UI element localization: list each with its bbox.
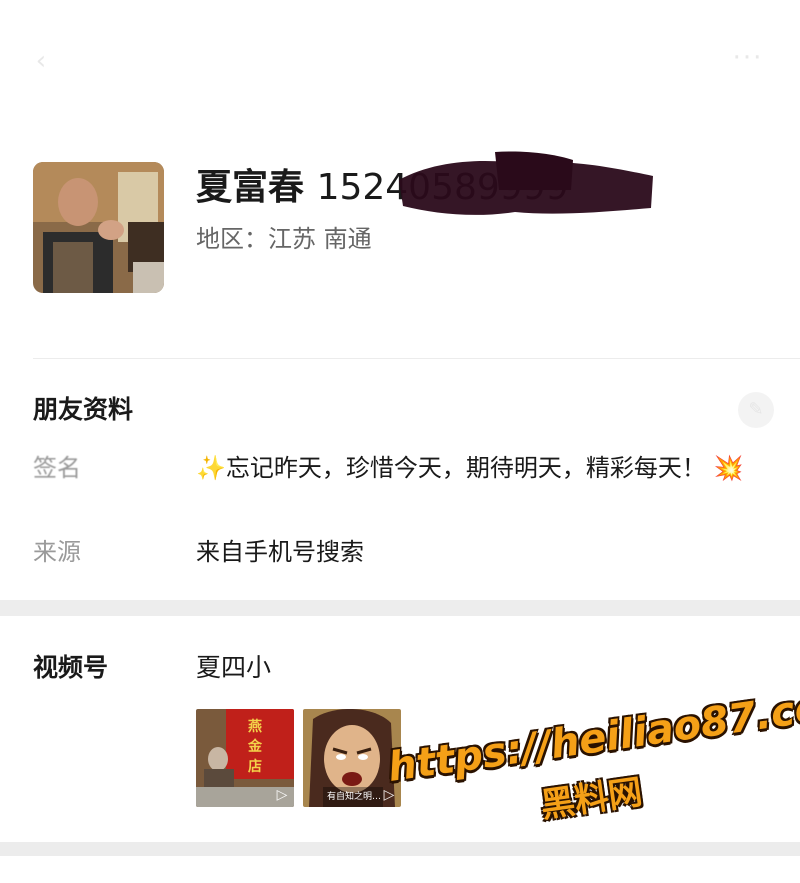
source-label: 来源 — [33, 538, 81, 566]
signature-text: 忘记昨天，珍惜今天，期待明天，精彩每天！ — [225, 454, 706, 482]
channels-label: 视频号 — [33, 653, 109, 682]
sparkle-icon: ✨ — [196, 454, 226, 482]
avatar[interactable] — [33, 162, 164, 293]
divider — [33, 358, 800, 359]
svg-text:店: 店 — [248, 758, 262, 775]
source-value: 来自手机号搜索 — [196, 538, 364, 566]
top-bar: ‹ ··· — [0, 0, 800, 120]
section-separator — [0, 600, 800, 616]
watermark: https://heiliao87.com 黑料网 — [380, 679, 800, 857]
svg-text:金: 金 — [247, 738, 263, 755]
collision-icon: 💥 — [713, 454, 744, 482]
edit-icon[interactable]: ✎ — [738, 392, 774, 428]
more-dots-icon[interactable]: ··· — [722, 45, 774, 71]
friend-info-title: 朋友资料 — [33, 395, 134, 424]
channels-name[interactable]: 夏四小 — [196, 650, 271, 686]
watermark-name: 黑料网 — [538, 772, 645, 827]
profile-region: 地区：江苏 南通 — [196, 225, 372, 253]
back-arrow-icon[interactable]: ‹ — [26, 46, 56, 76]
signature-value: ✨忘记昨天，珍惜今天，期待明天，精彩每天！ 💥 — [196, 450, 756, 486]
thumbnail-caption: 有自知之明… — [327, 790, 381, 802]
signature-label: 签名 — [33, 454, 81, 482]
avatar-photo — [33, 162, 164, 293]
redaction-mark — [399, 151, 653, 215]
profile-name: 夏富春 — [196, 167, 305, 208]
play-icon: ▷ — [276, 787, 288, 803]
svg-text:燕: 燕 — [248, 718, 262, 735]
video-thumbnail[interactable]: 燕 金 店 ▷ — [196, 709, 294, 807]
